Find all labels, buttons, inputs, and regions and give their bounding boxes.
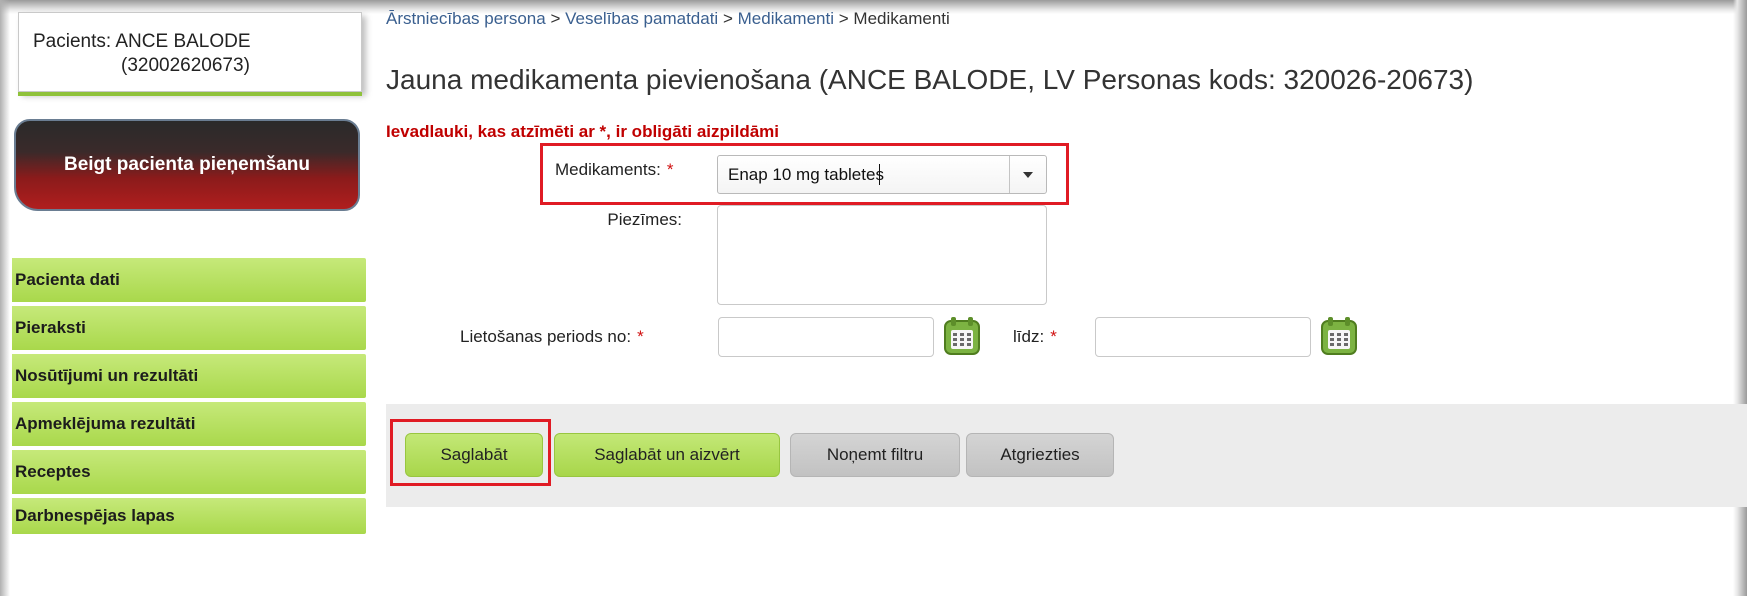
period-from-input[interactable]: [718, 317, 934, 357]
medication-label: Medikaments: *: [555, 160, 674, 179]
period-to-label: līdz: *: [1013, 327, 1057, 346]
notes-label: Piezīmes:: [607, 210, 682, 229]
sidebar-item-referrals[interactable]: Nosūtījumi un rezultāti: [12, 354, 366, 398]
text-cursor: [879, 164, 880, 185]
breadcrumb-separator: >: [722, 9, 733, 28]
breadcrumb-item[interactable]: Veselības pamatdati: [565, 9, 718, 28]
required-fields-note: Ievadlauki, kas atzīmēti ar *, ir obligā…: [386, 122, 780, 141]
medication-select-value: Enap 10 mg tabletes: [728, 165, 884, 184]
window-shadow-left: [0, 0, 10, 596]
back-button[interactable]: Atgriezties: [966, 433, 1114, 477]
end-patient-visit-button[interactable]: Beigt pacienta pieņemšanu: [14, 119, 360, 211]
breadcrumb: Ārstniecības persona > Veselības pamatda…: [386, 9, 950, 29]
calendar-icon[interactable]: [943, 316, 981, 356]
save-button[interactable]: Saglabāt: [405, 433, 543, 477]
period-from-label: Lietošanas periods no: *: [460, 327, 644, 346]
breadcrumb-separator: >: [550, 9, 561, 28]
medication-dropdown-toggle[interactable]: [1009, 156, 1046, 193]
page-title: Jauna medikamenta pievienošana (ANCE BAL…: [386, 64, 1474, 95]
patient-info-box: Pacients: ANCE BALODE (32002620673): [18, 12, 362, 92]
breadcrumb-item[interactable]: Medikamenti: [738, 9, 834, 28]
calendar-icon[interactable]: [1320, 316, 1358, 356]
sidebar-item-patient-data[interactable]: Pacienta dati: [12, 258, 366, 302]
medication-select[interactable]: Enap 10 mg tabletes: [717, 155, 1047, 194]
period-to-input[interactable]: [1095, 317, 1311, 357]
patient-id: (32002620673): [121, 55, 250, 76]
chevron-down-icon: [1023, 171, 1033, 178]
sidebar-item-prescriptions[interactable]: Receptes: [12, 450, 366, 494]
notes-textarea[interactable]: [717, 205, 1047, 305]
breadcrumb-current: Medikamenti: [853, 9, 950, 28]
breadcrumb-separator: >: [838, 9, 849, 28]
breadcrumb-item[interactable]: Ārstniecības persona: [386, 9, 546, 28]
save-and-close-button[interactable]: Saglabāt un aizvērt: [554, 433, 780, 477]
sidebar-item-visit-results[interactable]: Apmeklējuma rezultāti: [12, 402, 366, 446]
sidebar-nav: Pacienta dati Pieraksti Nosūtījumi un re…: [12, 258, 366, 538]
sidebar-item-appointments[interactable]: Pieraksti: [12, 306, 366, 350]
sidebar-item-sick-leave[interactable]: Darbnespējas lapas: [12, 498, 366, 534]
clear-filter-button[interactable]: Noņemt filtru: [790, 433, 960, 477]
patient-name: Pacients: ANCE BALODE: [33, 31, 251, 52]
